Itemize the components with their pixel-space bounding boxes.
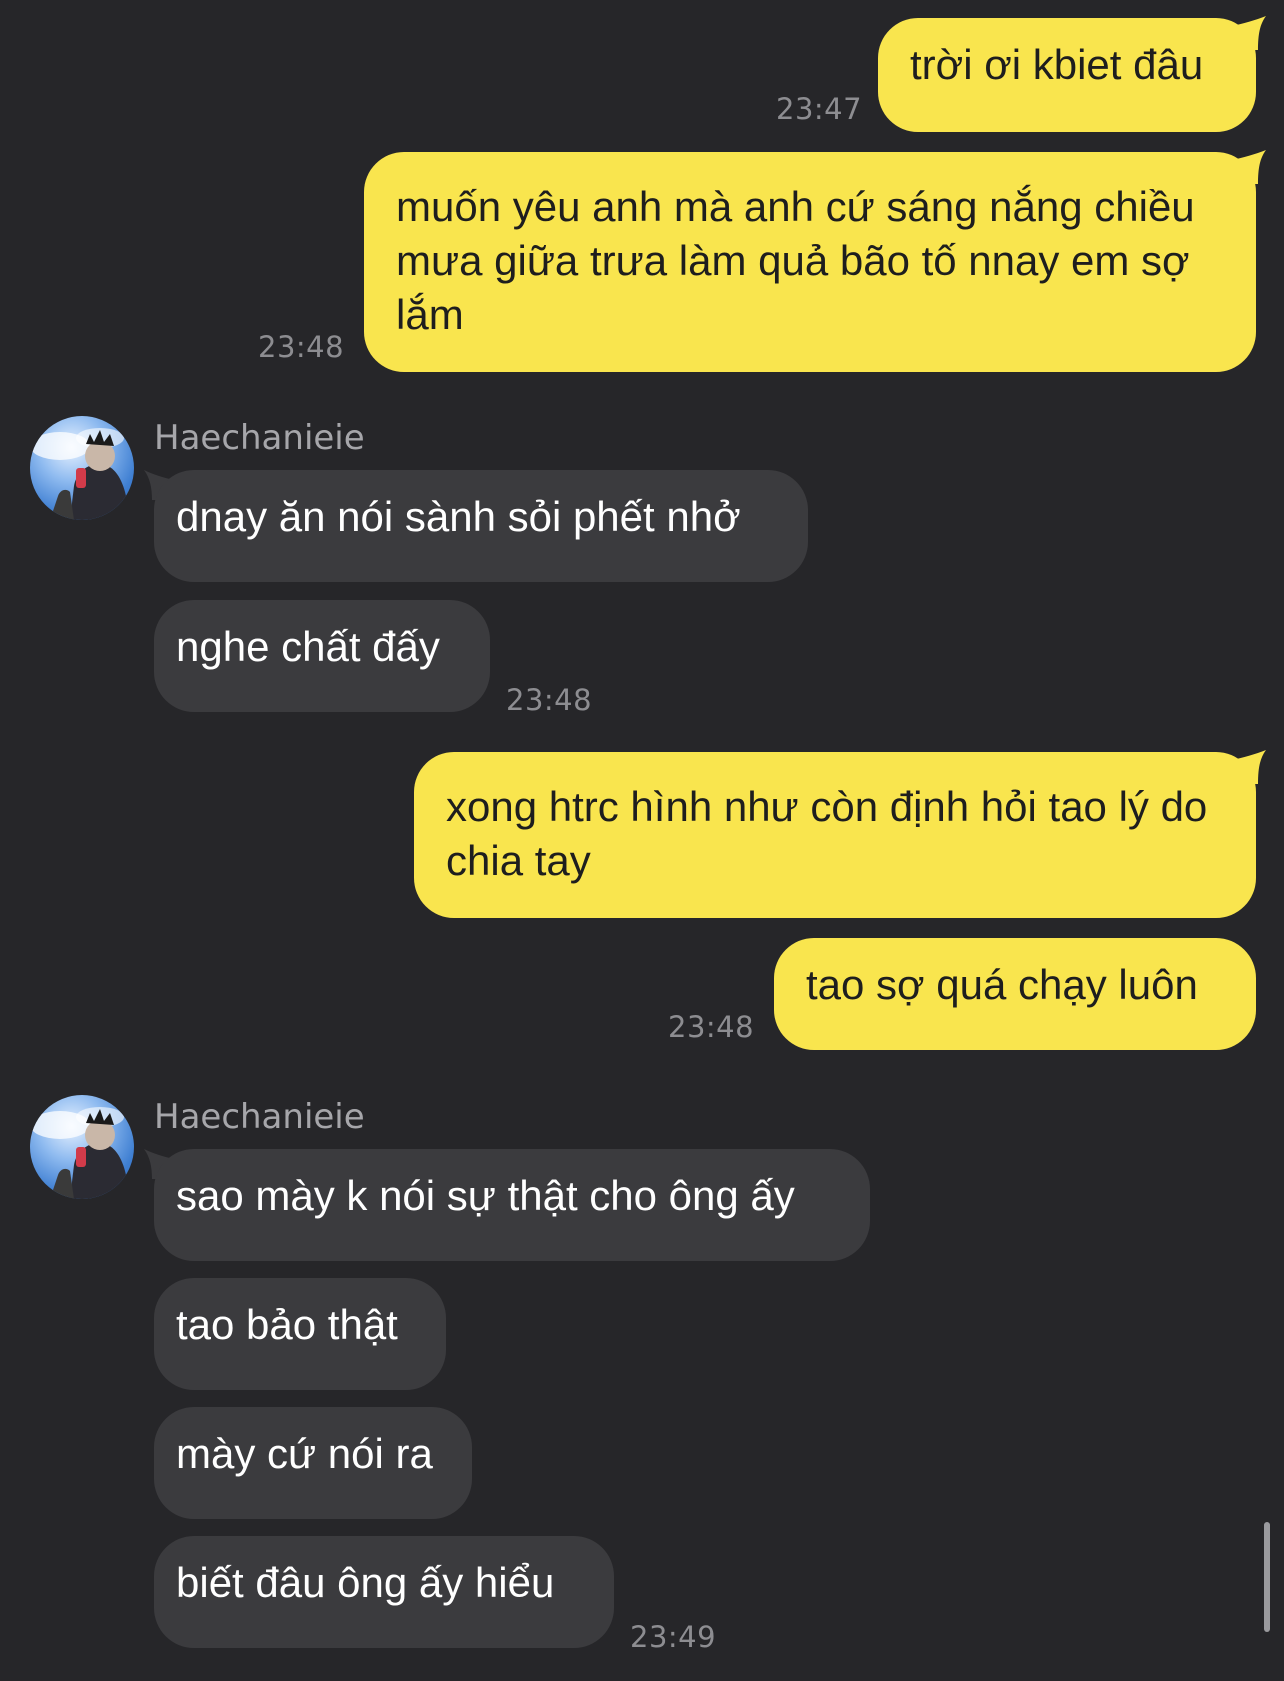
outgoing-message-bubble[interactable]: muốn yêu anh mà anh cứ sáng nắng chiều m… — [364, 152, 1256, 372]
message-timestamp: 23:48 — [258, 330, 345, 364]
message-timestamp: 23:47 — [776, 92, 863, 126]
message-timestamp: 23:48 — [506, 683, 593, 717]
bubble-tail-icon — [1232, 150, 1266, 184]
incoming-message-bubble[interactable]: biết đâu ông ấy hiểu — [154, 1536, 614, 1648]
contact-avatar[interactable] — [30, 416, 134, 520]
message-timestamp: 23:48 — [668, 1010, 755, 1044]
incoming-message-bubble[interactable]: tao bảo thật — [154, 1278, 446, 1390]
incoming-message-bubble[interactable]: sao mày k nói sự thật cho ông ấy — [154, 1149, 870, 1261]
chat-message-list[interactable]: 23:47 trời ơi kbiet đâu 23:48 muốn yêu a… — [0, 0, 1284, 1681]
sender-name: Haechanieie — [154, 418, 365, 458]
avatar-photo-icon — [30, 1107, 130, 1199]
outgoing-message-bubble[interactable]: trời ơi kbiet đâu — [878, 18, 1256, 132]
bubble-tail-icon — [1232, 16, 1266, 50]
contact-avatar[interactable] — [30, 1095, 134, 1199]
incoming-message-bubble[interactable]: dnay ăn nói sành sỏi phết nhở — [154, 470, 808, 582]
incoming-message-bubble[interactable]: nghe chất đấy — [154, 600, 490, 712]
outgoing-message-bubble[interactable]: xong htrc hình như còn định hỏi tao lý d… — [414, 752, 1256, 918]
avatar-photo-icon — [30, 428, 130, 520]
sender-name: Haechanieie — [154, 1097, 365, 1137]
scrollbar[interactable] — [1264, 1522, 1270, 1632]
bubble-tail-icon — [1232, 750, 1266, 784]
incoming-message-bubble[interactable]: mày cứ nói ra — [154, 1407, 472, 1519]
outgoing-message-bubble[interactable]: tao sợ quá chạy luôn — [774, 938, 1256, 1050]
message-timestamp: 23:49 — [630, 1620, 717, 1654]
